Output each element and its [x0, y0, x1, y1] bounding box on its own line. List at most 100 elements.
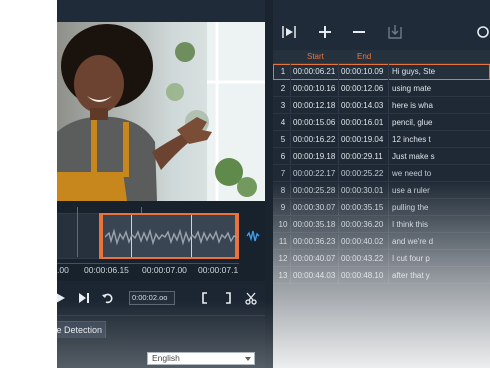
row-end-time: 00:00:19.04	[341, 135, 384, 144]
row-end-time: 00:00:16.01	[341, 118, 384, 127]
row-number: 1	[280, 67, 286, 76]
timeline[interactable]: .00 00:00:06.15 00:00:07.00 00:00:07.1	[57, 201, 265, 281]
row-start-time: 00:00:12.18	[293, 101, 336, 110]
row-number: 9	[280, 203, 286, 212]
mark-in-icon[interactable]	[199, 291, 213, 305]
column-separator	[290, 115, 291, 131]
column-separator	[338, 81, 339, 97]
subtitle-editor-window: .00 00:00:06.15 00:00:07.00 00:00:07.1 0…	[57, 0, 490, 368]
subtitle-list[interactable]: Start End 1 00:00:06.21 00:00:10.09 Hi guys…	[273, 50, 490, 368]
column-separator	[388, 149, 389, 165]
column-separator	[290, 200, 291, 216]
subtitle-row[interactable]: 1 00:00:06.21 00:00:10.09 Hi guys, Ste	[273, 64, 490, 80]
column-separator	[338, 200, 339, 216]
row-end-time: 00:00:25.22	[341, 169, 384, 178]
subtitle-row[interactable]: 4 00:00:15.06 00:00:16.01 pencil, glue	[273, 115, 490, 131]
subtitle-row[interactable]: 8 00:00:25.28 00:00:30.01 use a ruler	[273, 183, 490, 199]
subtitle-toolbar	[273, 0, 490, 50]
column-separator	[290, 251, 291, 267]
row-text: 12 inches t	[392, 135, 431, 144]
import-icon[interactable]	[387, 24, 403, 40]
row-end-time: 00:00:43.22	[341, 254, 384, 263]
column-separator	[338, 98, 339, 114]
column-separator	[290, 268, 291, 284]
clip-left-handle[interactable]	[99, 213, 103, 259]
column-separator	[388, 81, 389, 97]
row-number: 4	[280, 118, 286, 127]
row-start-time: 00:00:30.07	[293, 203, 336, 212]
row-start-time: 00:00:06.21	[293, 67, 336, 76]
audio-wave-icon[interactable]	[246, 229, 260, 243]
row-start-time: 00:00:36.23	[293, 237, 336, 246]
column-separator	[338, 132, 339, 148]
row-number: 12	[278, 254, 288, 263]
column-separator	[338, 251, 339, 267]
row-number: 6	[280, 152, 286, 161]
row-number: 5	[280, 135, 286, 144]
ruler-label: 00:00:06.15	[84, 265, 129, 275]
column-separator	[338, 183, 339, 199]
scissors-icon[interactable]	[244, 291, 258, 305]
row-text: using mate	[392, 84, 432, 93]
play-subtitle-icon[interactable]	[281, 24, 297, 40]
column-separator	[338, 234, 339, 250]
row-start-time: 00:00:44.03	[293, 271, 336, 280]
remove-icon[interactable]	[351, 24, 367, 40]
language-select[interactable]: English	[147, 352, 255, 365]
more-icon[interactable]	[475, 24, 490, 40]
column-separator	[290, 234, 291, 250]
ruler-label: .00	[57, 265, 69, 275]
subtitle-row[interactable]: 9 00:00:30.07 00:00:35.15 pulling the	[273, 200, 490, 216]
column-separator	[388, 234, 389, 250]
column-end[interactable]: End	[357, 52, 371, 61]
column-separator	[338, 268, 339, 284]
row-text: we need to	[392, 169, 432, 178]
column-separator	[290, 149, 291, 165]
subtitle-row[interactable]: 12 00:00:40.07 00:00:43.22 I cut four p	[273, 251, 490, 267]
column-separator	[388, 115, 389, 131]
column-separator	[388, 64, 389, 80]
play-icon[interactable]	[57, 291, 67, 305]
subtitle-row[interactable]: 13 00:00:44.03 00:00:48.10 after that y	[273, 268, 490, 284]
column-start[interactable]: Start	[307, 52, 324, 61]
ruler-label: 00:00:07.1	[198, 265, 239, 275]
row-start-time: 00:00:25.28	[293, 186, 336, 195]
row-text: pencil, glue	[392, 118, 433, 127]
row-number: 2	[280, 84, 286, 93]
next-frame-icon[interactable]	[77, 291, 91, 305]
timecode-field[interactable]: 0:00:02.oo	[129, 291, 175, 305]
row-end-time: 00:00:30.01	[341, 186, 384, 195]
row-number: 7	[280, 169, 286, 178]
column-separator	[290, 81, 291, 97]
repeat-icon[interactable]	[101, 291, 115, 305]
row-end-time: 00:00:40.02	[341, 237, 384, 246]
column-separator	[338, 115, 339, 131]
tab-detection[interactable]: e Detection	[57, 321, 106, 338]
row-number: 10	[278, 220, 288, 229]
column-separator	[338, 217, 339, 233]
column-separator	[388, 200, 389, 216]
mark-out-icon[interactable]	[220, 291, 234, 305]
row-text: Hi guys, Ste	[392, 67, 436, 76]
timeline-marker	[77, 207, 78, 257]
subtitle-clip[interactable]	[99, 213, 239, 259]
subtitle-row[interactable]: 7 00:00:22.17 00:00:25.22 we need to	[273, 166, 490, 182]
subtitle-row[interactable]: 3 00:00:12.18 00:00:14.03 here is wha	[273, 98, 490, 114]
row-end-time: 00:00:29.11	[341, 152, 383, 161]
panel-divider[interactable]	[265, 0, 273, 368]
row-number: 3	[280, 101, 286, 110]
subtitle-row[interactable]: 5 00:00:16.22 00:00:19.04 12 inches t	[273, 132, 490, 148]
row-end-time: 00:00:36.20	[341, 220, 384, 229]
subtitle-row[interactable]: 2 00:00:10.16 00:00:12.06 using mate	[273, 81, 490, 97]
language-value: English	[152, 353, 180, 363]
subtitle-row[interactable]: 6 00:00:19.18 00:00:29.11 Just make s	[273, 149, 490, 165]
add-icon[interactable]	[317, 24, 333, 40]
subtitle-row[interactable]: 11 00:00:36.23 00:00:40.02 and we're d	[273, 234, 490, 250]
row-start-time: 00:00:22.17	[293, 169, 336, 178]
row-text: I cut four p	[392, 254, 430, 263]
video-frame-image	[57, 22, 265, 201]
chevron-down-icon	[245, 357, 251, 361]
list-header: Start End	[273, 50, 490, 64]
column-separator	[388, 132, 389, 148]
subtitle-row[interactable]: 10 00:00:35.18 00:00:36.20 I think this	[273, 217, 490, 233]
